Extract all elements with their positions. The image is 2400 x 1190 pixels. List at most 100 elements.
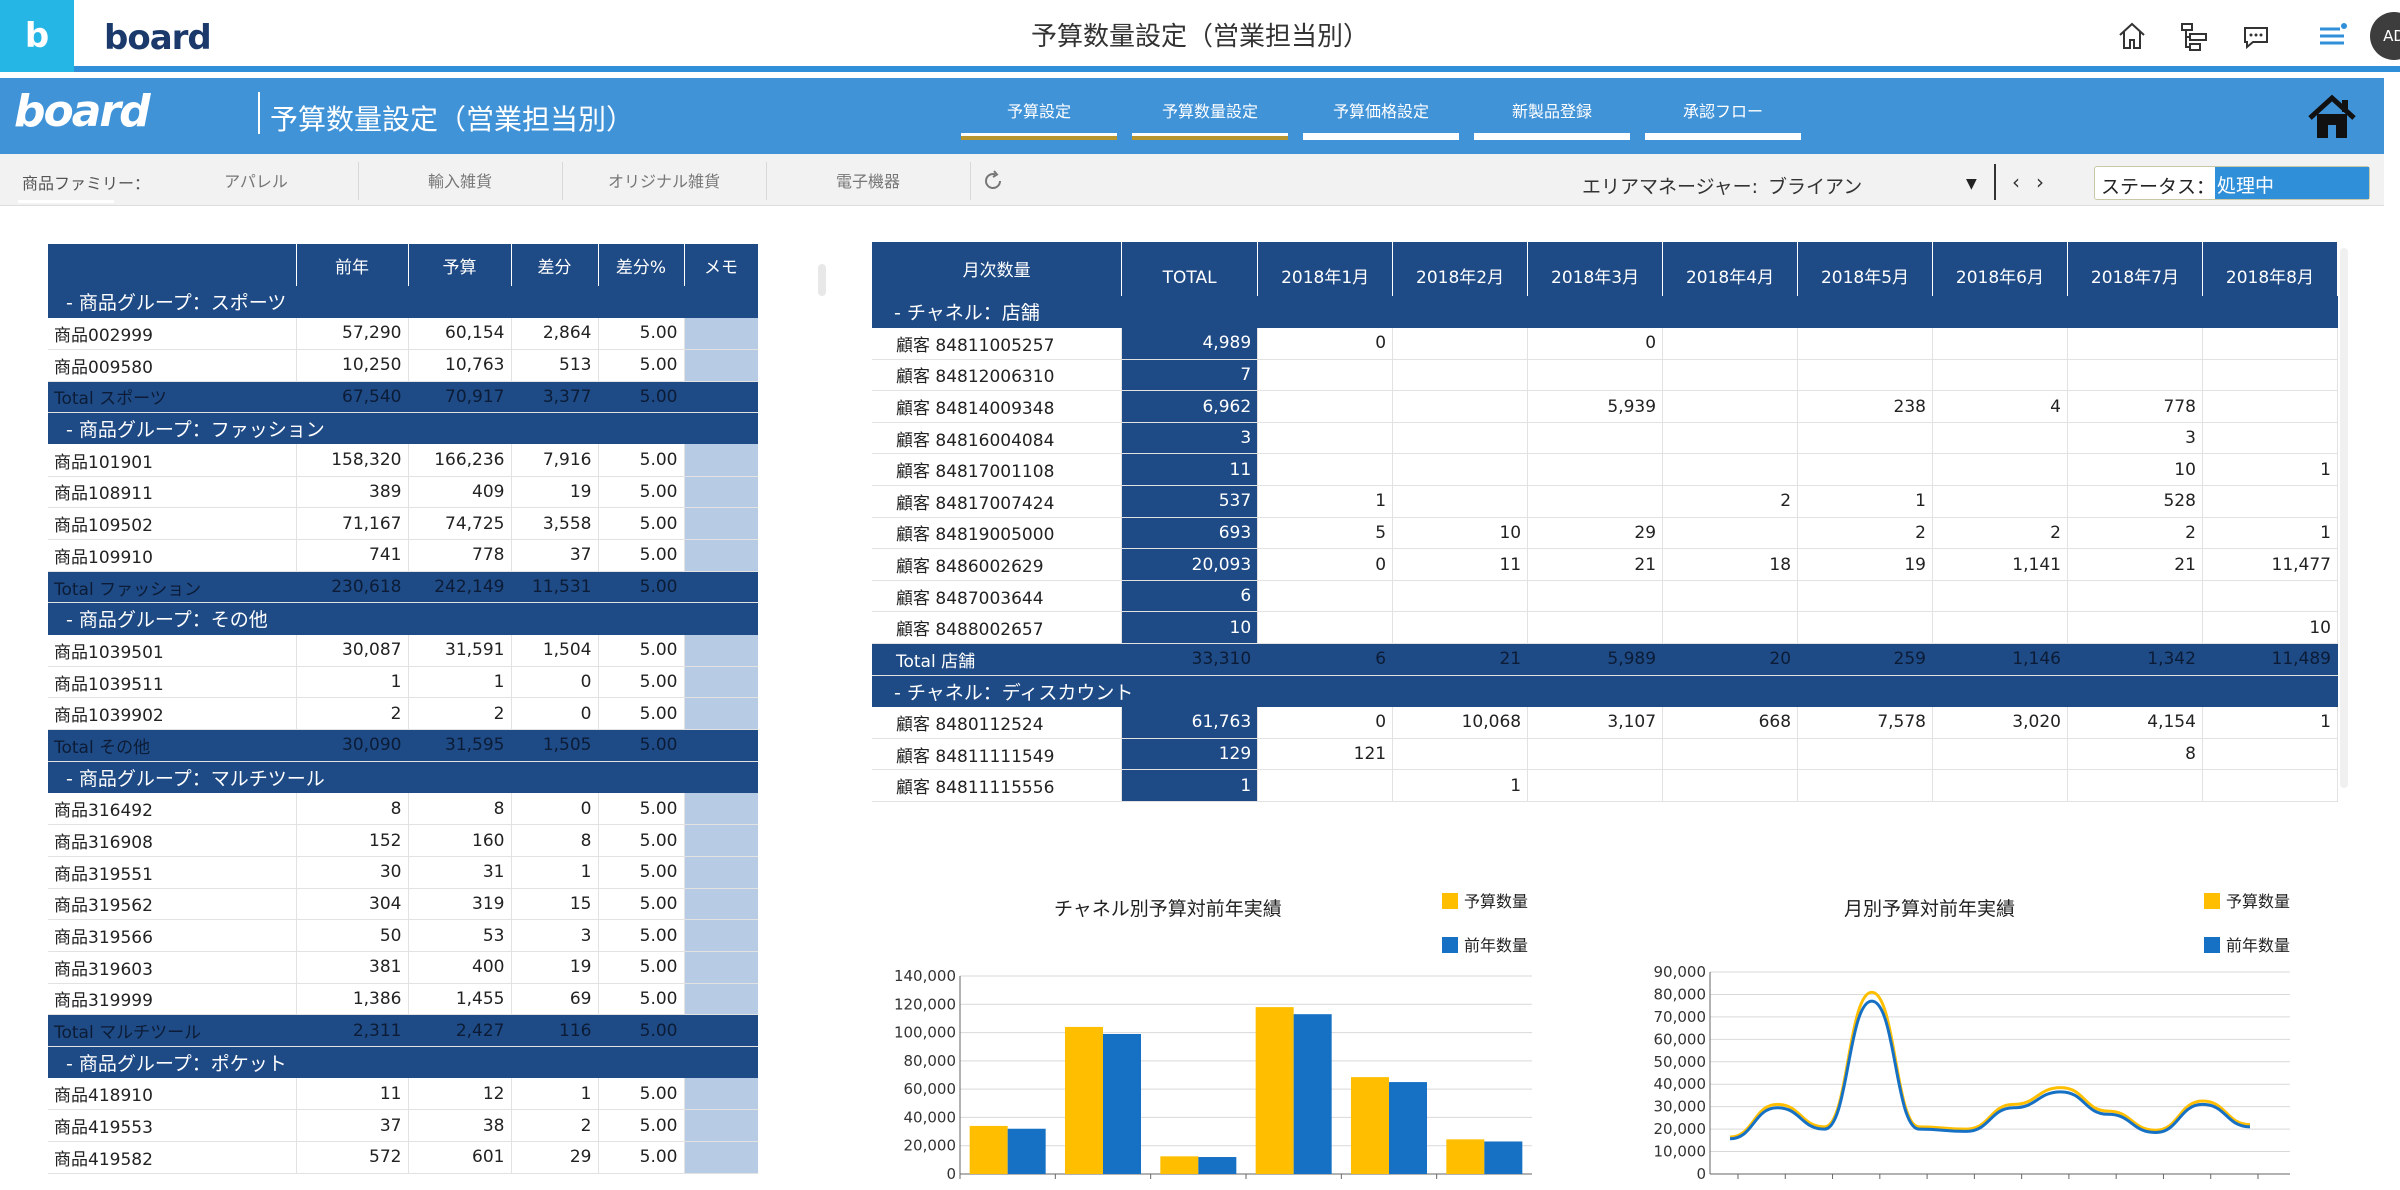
value-cell[interactable]: [1797, 422, 1933, 455]
value-cell[interactable]: 3: [2067, 422, 2203, 455]
value-cell[interactable]: 8: [2067, 738, 2203, 771]
value-cell[interactable]: 0: [1257, 548, 1394, 581]
value-cell[interactable]: 7,578: [1797, 706, 1933, 739]
tab-approval-flow[interactable]: 承認フロー: [1645, 98, 1801, 140]
value-cell[interactable]: [1392, 485, 1529, 518]
value-cell[interactable]: 3,107: [1527, 706, 1664, 739]
value-cell[interactable]: [1797, 327, 1933, 360]
tab-budget-setting[interactable]: 予算設定: [961, 98, 1117, 140]
status-value[interactable]: 処理中: [2215, 167, 2369, 199]
value-cell[interactable]: [1527, 580, 1664, 613]
value-cell[interactable]: 1: [408, 666, 512, 699]
bar[interactable]: [1103, 1033, 1141, 1174]
column-header[interactable]: 前年: [296, 244, 409, 286]
value-cell[interactable]: 2: [408, 697, 512, 731]
bar[interactable]: [1198, 1157, 1237, 1174]
column-header[interactable]: 予算: [408, 244, 512, 286]
bar[interactable]: [1389, 1082, 1427, 1174]
value-cell[interactable]: [1662, 738, 1799, 771]
series-line[interactable]: [1729, 999, 2251, 1141]
value-cell[interactable]: [1527, 359, 1664, 392]
column-header[interactable]: 2018年6月: [1932, 242, 2068, 296]
bar[interactable]: [1293, 1014, 1332, 1174]
column-header[interactable]: [48, 244, 297, 286]
memo-cell[interactable]: [684, 856, 758, 889]
value-cell[interactable]: 8: [408, 793, 512, 826]
value-cell[interactable]: [1392, 327, 1529, 360]
memo-cell[interactable]: [684, 1078, 758, 1111]
value-cell[interactable]: [1932, 485, 2068, 518]
column-header[interactable]: 2018年2月: [1392, 242, 1529, 296]
group-row[interactable]: - 商品グループ：スポーツ: [48, 286, 758, 318]
memo-cell[interactable]: [684, 666, 758, 699]
memo-cell[interactable]: [684, 634, 758, 667]
value-cell[interactable]: [2202, 738, 2338, 771]
bar[interactable]: [1255, 1007, 1294, 1174]
value-cell[interactable]: 1,455: [408, 983, 512, 1016]
value-cell[interactable]: [1662, 422, 1799, 455]
group-label[interactable]: - 商品グループ：マルチツール: [48, 761, 758, 793]
value-cell[interactable]: 12: [408, 1078, 512, 1111]
group-row[interactable]: - 商品グループ：ファッション: [48, 412, 758, 445]
value-cell[interactable]: [1662, 611, 1799, 645]
home-icon[interactable]: [2116, 20, 2148, 52]
area-manager-select[interactable]: ブライアン: [1768, 172, 1862, 199]
value-cell[interactable]: 1,141: [1932, 548, 2068, 581]
bar[interactable]: [1484, 1141, 1523, 1174]
value-cell[interactable]: 10,763: [408, 349, 512, 382]
value-cell[interactable]: [2202, 359, 2338, 392]
value-cell[interactable]: [1257, 390, 1394, 423]
value-cell[interactable]: 2: [1797, 517, 1933, 550]
memo-cell[interactable]: [684, 793, 758, 826]
memo-cell[interactable]: [684, 317, 758, 350]
memo-cell[interactable]: [684, 951, 758, 984]
value-cell[interactable]: [2067, 359, 2203, 392]
value-cell[interactable]: 11: [1392, 548, 1529, 581]
value-cell[interactable]: [1392, 453, 1529, 487]
memo-cell[interactable]: [684, 697, 758, 731]
value-cell[interactable]: [1257, 769, 1394, 802]
value-cell[interactable]: 668: [1662, 706, 1799, 739]
group-label[interactable]: - 商品グループ：スポーツ: [48, 286, 758, 318]
memo-cell[interactable]: [684, 729, 758, 762]
value-cell[interactable]: 1: [1392, 769, 1529, 802]
group-row[interactable]: - チャネル：店舗: [872, 296, 2338, 328]
chat-icon[interactable]: [2240, 20, 2272, 52]
prev-arrow-icon[interactable]: ‹: [2012, 170, 2020, 194]
avatar[interactable]: AD: [2370, 12, 2400, 60]
value-cell[interactable]: [1662, 517, 1799, 550]
family-electronics[interactable]: 電子機器: [766, 168, 970, 192]
value-cell[interactable]: 2: [1662, 485, 1799, 518]
dropdown-caret-icon[interactable]: ▼: [1966, 176, 1977, 192]
value-cell[interactable]: 778: [2067, 390, 2203, 423]
value-cell[interactable]: 74,725: [408, 507, 512, 540]
memo-cell[interactable]: [684, 824, 758, 857]
family-original[interactable]: オリジナル雑貨: [562, 168, 766, 192]
value-cell[interactable]: [2202, 485, 2338, 518]
value-cell[interactable]: [1797, 359, 1933, 392]
group-row[interactable]: - 商品グループ：その他: [48, 602, 758, 635]
tab-budget-quantity[interactable]: 予算数量設定: [1132, 98, 1288, 140]
value-cell[interactable]: [2067, 327, 2203, 360]
value-cell[interactable]: 10: [2202, 611, 2338, 645]
value-cell[interactable]: [1932, 327, 2068, 360]
value-cell[interactable]: [1932, 611, 2068, 645]
tab-budget-price[interactable]: 予算価格設定: [1303, 98, 1459, 140]
value-cell[interactable]: 38: [408, 1109, 512, 1143]
value-cell[interactable]: [1392, 580, 1529, 613]
value-cell[interactable]: 409: [408, 476, 512, 509]
column-header[interactable]: 2018年8月: [2202, 242, 2338, 296]
bar[interactable]: [1351, 1077, 1389, 1174]
group-row[interactable]: - 商品グループ：マルチツール: [48, 761, 758, 793]
value-cell[interactable]: [1392, 359, 1529, 392]
value-cell[interactable]: 238: [1797, 390, 1933, 423]
value-cell[interactable]: 31: [408, 856, 512, 889]
status-field[interactable]: ステータス： 処理中: [2094, 166, 2370, 200]
memo-cell[interactable]: [684, 507, 758, 540]
value-cell[interactable]: [1932, 359, 2068, 392]
value-cell[interactable]: [2067, 769, 2203, 802]
value-cell[interactable]: [1527, 485, 1664, 518]
right-grid-scrollbar[interactable]: [2340, 248, 2348, 788]
value-cell[interactable]: 160: [408, 824, 512, 857]
memo-cell[interactable]: [684, 888, 758, 921]
